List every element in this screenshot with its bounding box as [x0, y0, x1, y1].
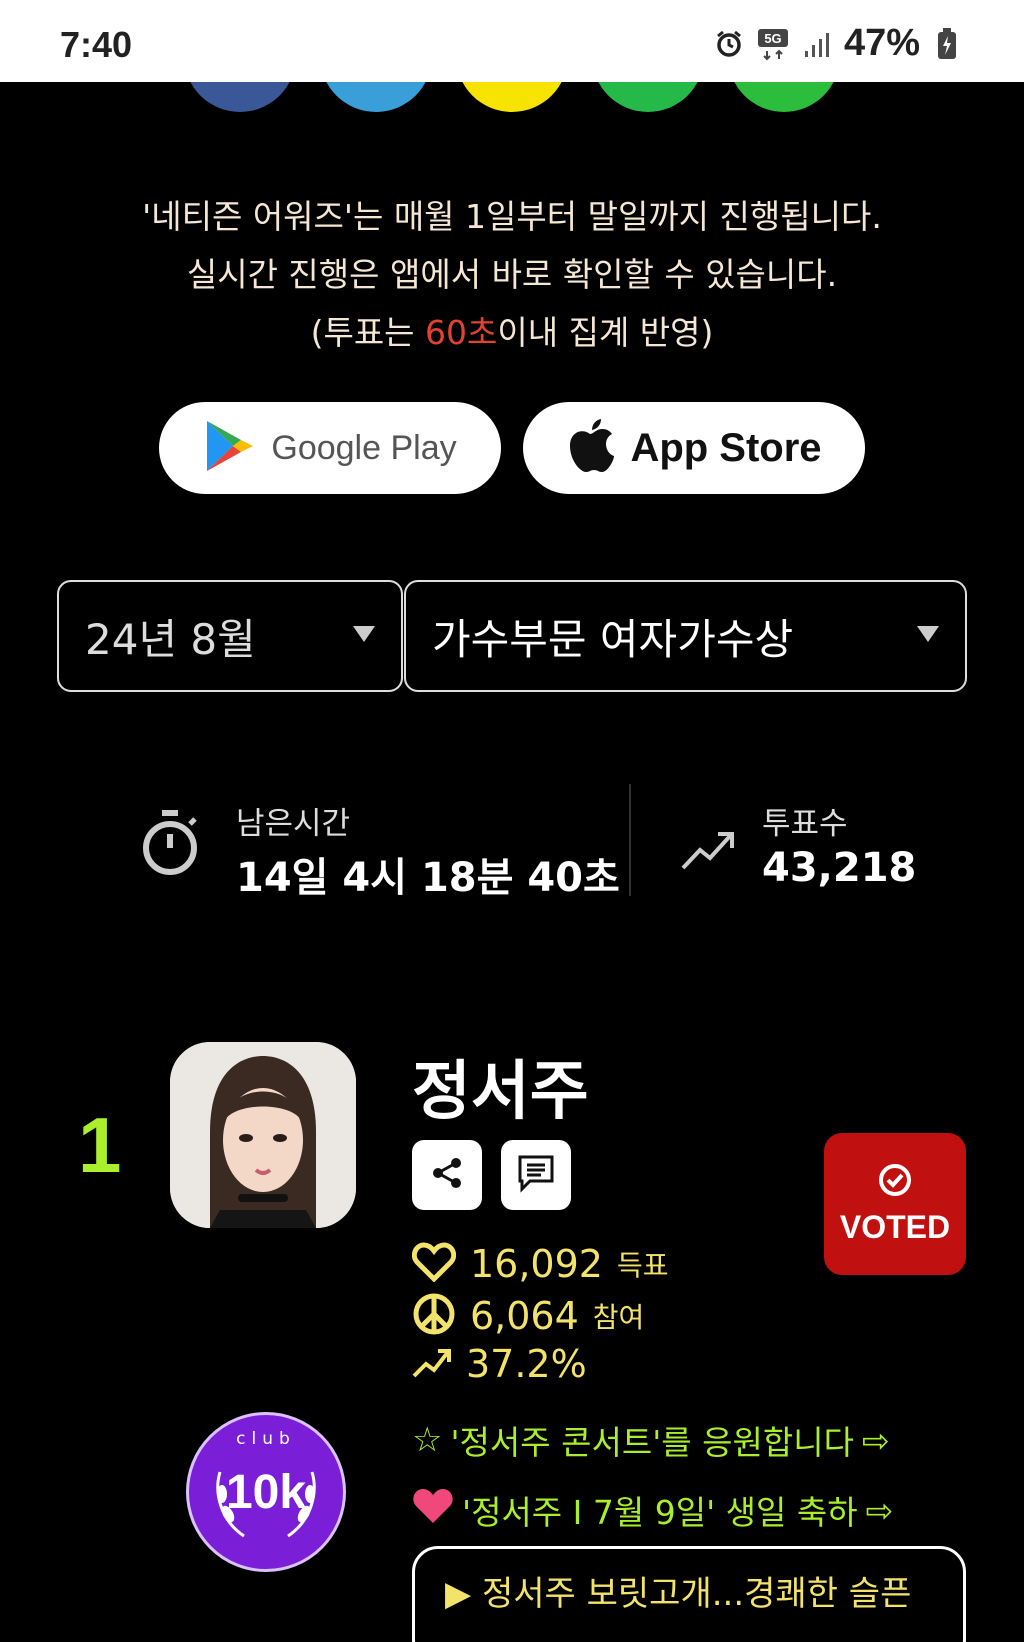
votes-received: 16,092 득표	[411, 1242, 669, 1286]
voted-button[interactable]: VOTED	[824, 1133, 966, 1275]
check-circle-icon	[878, 1163, 912, 1201]
arrow-right-icon: ⇨	[865, 1490, 894, 1530]
google-play-button[interactable]: Google Play	[159, 402, 501, 494]
battery-icon	[930, 27, 964, 61]
status-icons-overlay: 5G 47%	[712, 22, 964, 65]
participants-value: 6,064	[470, 1294, 579, 1338]
trend-up-icon	[412, 1346, 452, 1382]
laurel-icon	[216, 1471, 316, 1538]
notice-line-3-prefix: (투표는	[310, 313, 426, 352]
singer-name: 정서주	[412, 1055, 589, 1129]
birthday-link[interactable]: '정서주 I 7월 9일' 생일 축하 ⇨	[412, 1486, 893, 1534]
peace-icon	[412, 1292, 456, 1340]
category-select-value: 가수부문 여자가수상	[432, 614, 794, 664]
notice-line-3: (투표는 60초이내 집계 반영)	[0, 304, 1024, 362]
category-select[interactable]: 가수부문 여자가수상	[404, 580, 967, 692]
vote-share-value: 37.2%	[466, 1342, 587, 1386]
comment-button[interactable]	[501, 1140, 571, 1210]
singer-avatar[interactable]	[170, 1042, 356, 1228]
share-button[interactable]	[412, 1140, 482, 1210]
star-outline-icon: ☆	[412, 1420, 443, 1460]
apple-icon	[566, 418, 615, 478]
vote-count-label: 투표수	[762, 806, 848, 842]
notice-line-2: 실시간 진행은 앱에서 바로 확인할 수 있습니다.	[186, 255, 838, 294]
notice-highlight: 60초	[425, 313, 498, 352]
chevron-down-icon	[917, 626, 939, 642]
support-concert-text: '정서주 콘서트'를 응원합니다	[450, 1423, 854, 1462]
vote-stats: 남은시간 14일 4시 18분 40초 투표수 43,218	[0, 780, 1024, 901]
chevron-down-icon	[353, 626, 375, 642]
support-concert-link[interactable]: ☆ '정서주 콘서트'를 응원합니다 ⇨	[412, 1416, 890, 1464]
heart-icon	[412, 1487, 454, 1533]
signal-icon	[800, 27, 834, 61]
clock-text: 7:40	[60, 24, 133, 65]
vote-count-value: 43,218	[762, 845, 917, 891]
alarm-icon	[712, 27, 746, 61]
votes-received-value: 16,092	[470, 1242, 603, 1286]
remaining-time-label: 남은시간	[236, 806, 351, 842]
news-text: ▶ 정서주 보릿고개...경쾌한 슬픈	[445, 1574, 912, 1614]
voted-label: VOTED	[839, 1208, 951, 1245]
participants-unit: 참여	[592, 1301, 645, 1334]
app-store-label: App Store	[630, 425, 822, 470]
remaining-time-value: 14일 4시 18분 40초	[236, 855, 620, 901]
participants: 6,064 참여	[412, 1292, 644, 1340]
club-10k-badge: club 10k	[186, 1412, 346, 1572]
app-store-button[interactable]: App Store	[523, 402, 865, 494]
news-box[interactable]: ▶ 정서주 보릿고개...경쾌한 슬픈	[412, 1546, 966, 1642]
trend-up-icon	[680, 828, 736, 876]
stats-divider	[629, 784, 631, 896]
birthday-text: '정서주 I 7월 9일' 생일 축하	[462, 1493, 858, 1532]
rank-number: 1	[78, 1101, 122, 1189]
notice-line-3-suffix: 이내 집계 반영)	[497, 313, 714, 352]
battery-percent: 47%	[843, 22, 920, 64]
google-play-label: Google Play	[271, 428, 457, 467]
comment-icon	[516, 1153, 556, 1197]
event-notice: '네티즌 어워즈'는 매월 1일부터 말일까지 진행됩니다. 실시간 진행은 앱…	[0, 188, 1024, 362]
share-icon	[429, 1155, 465, 1195]
votes-received-unit: 득표	[616, 1249, 669, 1282]
heart-outline-icon	[411, 1242, 457, 1286]
5g-icon: 5G	[756, 27, 790, 61]
stopwatch-icon	[140, 808, 200, 884]
status-bar-overlay: 7:40 5G 47%	[0, 0, 1024, 82]
google-play-icon	[203, 418, 255, 478]
arrow-right-icon: ⇨	[861, 1420, 890, 1460]
month-select[interactable]: 24년 8월	[57, 580, 403, 692]
svg-text:5G: 5G	[764, 31, 781, 46]
vote-share: 37.2%	[412, 1342, 587, 1386]
notice-line-1: '네티즌 어워즈'는 매월 1일부터 말일까지 진행됩니다.	[142, 197, 882, 236]
month-select-value: 24년 8월	[85, 614, 256, 664]
